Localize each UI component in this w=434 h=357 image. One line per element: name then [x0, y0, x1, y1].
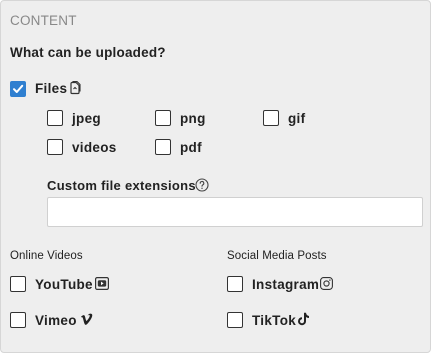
tiktok-icon	[297, 312, 310, 331]
pdf-label[interactable]: pdf	[180, 140, 202, 155]
png-label[interactable]: png	[180, 111, 206, 126]
instagram-checkbox[interactable]	[227, 276, 243, 292]
online-videos-title: Online Videos	[10, 250, 83, 262]
videos-label[interactable]: videos	[72, 140, 117, 155]
content-panel: CONTENT What can be uploaded? Files jpeg…	[0, 0, 431, 353]
files-checkbox[interactable]	[10, 81, 26, 97]
section-label: CONTENT	[10, 13, 77, 28]
videos-checkbox[interactable]	[47, 139, 63, 155]
custom-extensions-label: Custom file extensions	[47, 178, 196, 193]
png-checkbox[interactable]	[155, 110, 171, 126]
social-media-title: Social Media Posts	[227, 250, 327, 262]
files-label[interactable]: Files	[35, 81, 67, 96]
checkmark-icon	[13, 84, 24, 93]
jpeg-label[interactable]: jpeg	[72, 111, 101, 126]
pdf-checkbox[interactable]	[155, 139, 171, 155]
upload-question: What can be uploaded?	[10, 45, 166, 60]
vimeo-label[interactable]: Vimeo	[35, 313, 77, 328]
tiktok-checkbox[interactable]	[227, 312, 243, 328]
custom-extensions-input[interactable]	[47, 197, 423, 227]
vimeo-icon	[80, 313, 94, 331]
help-icon[interactable]	[195, 178, 209, 197]
instagram-icon	[320, 277, 333, 295]
vimeo-checkbox[interactable]	[10, 312, 26, 328]
instagram-label[interactable]: Instagram	[252, 277, 319, 292]
custom-extensions-label-text: Custom file extensions	[47, 178, 196, 193]
gif-checkbox[interactable]	[263, 110, 279, 126]
gif-label[interactable]: gif	[288, 111, 305, 126]
files-icon	[68, 80, 83, 100]
youtube-icon	[95, 277, 110, 295]
youtube-label[interactable]: YouTube	[35, 277, 93, 292]
jpeg-checkbox[interactable]	[47, 110, 63, 126]
tiktok-label[interactable]: TikTok	[252, 313, 296, 328]
youtube-checkbox[interactable]	[10, 276, 26, 292]
